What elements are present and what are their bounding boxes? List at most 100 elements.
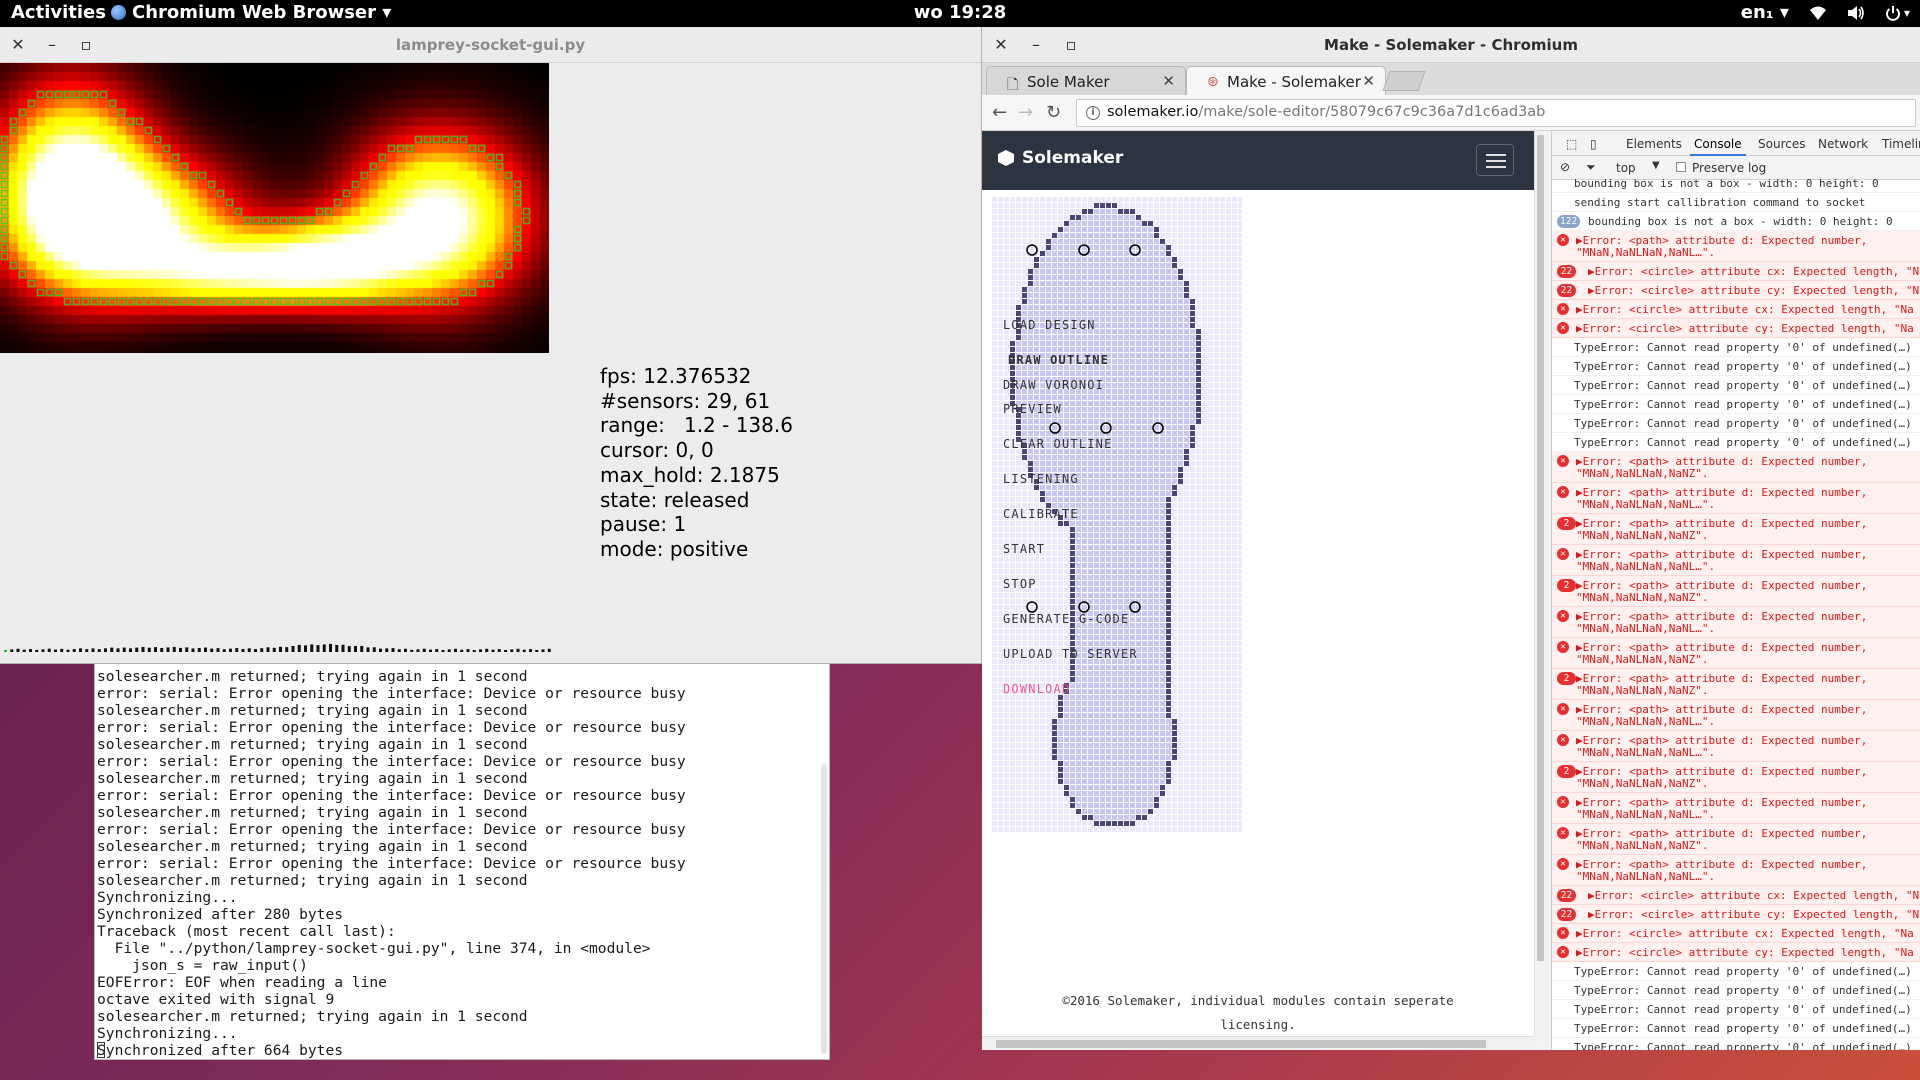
console-message[interactable]: ✕ ▶Error: <circle> attribute cy: Expected…	[1552, 319, 1920, 338]
menu-draw-outline[interactable]: DRAW OUTLINE	[1008, 353, 1109, 367]
console-message[interactable]: ✕ ▶Error: <path> attribute d: Expected nu…	[1552, 638, 1920, 669]
page-horizontal-scrollbar[interactable]	[982, 1036, 1534, 1050]
address-bar[interactable]: i solemaker.io/make/sole-editor/58079c67…	[1076, 99, 1916, 127]
wifi-icon[interactable]	[1809, 5, 1827, 21]
inspect-element-icon[interactable]: ⬚	[1566, 137, 1577, 151]
console-message[interactable]: ✕ ▶Error: <path> attribute d: Expected nu…	[1552, 731, 1920, 762]
menu-clear-outline[interactable]: CLEAR OUTLINE	[1003, 437, 1113, 451]
tab-timeline[interactable]: Timelin	[1882, 137, 1920, 151]
console-message[interactable]: ✕ ▶Error: <circle> attribute cx: Expected…	[1552, 300, 1920, 319]
system-tray[interactable]: en₁ ▾ ▾	[1741, 2, 1910, 23]
sole-grid-cell	[1226, 827, 1231, 832]
clock[interactable]: wo 19:28	[914, 2, 1007, 23]
console-message[interactable]: TypeError: Cannot read property '0' of u…	[1552, 414, 1920, 433]
console-message[interactable]: 22 ▶Error: <circle> attribute cx: Expecte…	[1552, 886, 1920, 905]
console-message[interactable]: ✕ ▶Error: <path> attribute d: Expected nu…	[1552, 545, 1920, 576]
filter-icon[interactable]: ⏷	[1586, 160, 1596, 175]
sole-grid-cell	[1214, 533, 1219, 538]
console-message[interactable]: ✕ ▶Error: <path> attribute d: Expected nu…	[1552, 483, 1920, 514]
console-message[interactable]: TypeError: Cannot read property '0' of u…	[1552, 1000, 1920, 1019]
menu-start[interactable]: START	[1003, 542, 1045, 556]
console-message[interactable]: ✕ ▶Error: <circle> attribute cx: Expected…	[1552, 924, 1920, 943]
menu-calibrate[interactable]: CALIBRATE	[1003, 507, 1079, 521]
close-tab-icon[interactable]: ✕	[1162, 72, 1175, 90]
menu-generate-g-code[interactable]: GENERATE G-CODE	[1003, 612, 1129, 626]
sole-grid-cell	[1232, 257, 1237, 262]
console-message[interactable]: ✕ ▶Error: <path> attribute d: Expected nu…	[1552, 855, 1920, 886]
console-message[interactable]: sending start callibration command to so…	[1552, 193, 1920, 212]
menu-load-design[interactable]: LOAD DESIGN	[1003, 318, 1096, 332]
tab-make-solemaker[interactable]: ⊛ Make - Solemaker ✕	[1186, 66, 1386, 96]
console-message[interactable]: 122 bounding box is not a box - width: 0 …	[1552, 212, 1920, 231]
menu-preview[interactable]: PREVIEW	[1003, 402, 1062, 416]
sole-grid-cell	[1232, 683, 1237, 688]
sole-grid-cell	[1208, 797, 1213, 802]
console-message[interactable]: ✕ ▶Error: <circle> attribute cy: Expected…	[1552, 943, 1920, 962]
console-message[interactable]: 22 ▶Error: <circle> attribute cy: Expecte…	[1552, 281, 1920, 300]
preserve-log-checkbox[interactable]	[1676, 162, 1686, 172]
console-message[interactable]: TypeError: Cannot read property '0' of u…	[1552, 395, 1920, 414]
console-message[interactable]: 2 ▶Error: <path> attribute d: Expected nu…	[1552, 576, 1920, 607]
console-message[interactable]: TypeError: Cannot read property '0' of u…	[1552, 357, 1920, 376]
chromium-titlebar[interactable]: ✕ – ▫ Make - Solemaker - Chromium	[982, 27, 1920, 63]
new-tab-button[interactable]	[1382, 71, 1426, 91]
solemaker-logo[interactable]: Solemaker	[998, 148, 1123, 168]
console-message[interactable]: 2 ▶Error: <path> attribute d: Expected nu…	[1552, 514, 1920, 545]
console-message[interactable]: TypeError: Cannot read property '0' of u…	[1552, 338, 1920, 357]
console-message[interactable]: bounding box is not a box - width: 0 hei…	[1552, 174, 1920, 193]
console-message[interactable]: 22 ▶Error: <circle> attribute cx: Expecte…	[1552, 262, 1920, 281]
info-icon[interactable]: i	[1086, 106, 1100, 120]
page-vertical-scrollbar[interactable]	[1534, 131, 1546, 1036]
console-message[interactable]: 2 ▶Error: <path> attribute d: Expected nu…	[1552, 762, 1920, 793]
console-message[interactable]: TypeError: Cannot read property '0' of u…	[1552, 1038, 1920, 1050]
console-message[interactable]: 2 ▶Error: <path> attribute d: Expected nu…	[1552, 669, 1920, 700]
tab-network[interactable]: Network	[1818, 137, 1868, 151]
tab-console[interactable]: Console	[1690, 137, 1746, 156]
console-message[interactable]: ✕ ▶Error: <path> attribute d: Expected nu…	[1552, 824, 1920, 855]
reload-icon[interactable]: ↻	[1046, 102, 1061, 123]
lamprey-titlebar[interactable]: ✕ – ▫ lamprey-socket-gui.py	[0, 27, 981, 63]
tab-sole-maker[interactable]: 🗋 Sole Maker ✕	[986, 66, 1186, 95]
console-message[interactable]: ✕ ▶Error: <path> attribute d: Expected nu…	[1552, 452, 1920, 483]
console-message[interactable]: ✕ ▶Error: <path> attribute d: Expected nu…	[1552, 607, 1920, 638]
console-message[interactable]: TypeError: Cannot read property '0' of u…	[1552, 1019, 1920, 1038]
clear-console-icon[interactable]: ⊘	[1560, 160, 1570, 174]
console-message[interactable]: TypeError: Cannot read property '0' of u…	[1552, 376, 1920, 395]
console-message[interactable]: TypeError: Cannot read property '0' of u…	[1552, 962, 1920, 981]
console-message[interactable]: 22 ▶Error: <circle> attribute cy: Expecte…	[1552, 905, 1920, 924]
close-tab-icon[interactable]: ✕	[1362, 72, 1375, 90]
volume-icon[interactable]	[1847, 5, 1865, 21]
menu-download[interactable]: DOWNLOAD	[1003, 682, 1070, 696]
forward-icon[interactable]: →	[1018, 102, 1033, 123]
chevron-down-icon[interactable]: ▼	[1652, 160, 1660, 171]
terminal-window[interactable]: solesearcher.m returned; trying again in…	[94, 664, 830, 1060]
console-message[interactable]: ✕ ▶Error: <path> attribute d: Expected nu…	[1552, 700, 1920, 731]
hamburger-menu-icon[interactable]	[1476, 144, 1514, 176]
sole-grid-cell	[1214, 245, 1219, 250]
console-message[interactable]: TypeError: Cannot read property '0' of u…	[1552, 433, 1920, 452]
menu-upload-to-server[interactable]: UPLOAD TO SERVER	[1003, 647, 1138, 661]
sole-grid-cell	[1184, 485, 1189, 490]
context-select[interactable]: top	[1616, 161, 1636, 175]
sole-grid-cell	[1172, 491, 1177, 496]
sole-grid-cell	[998, 713, 1003, 718]
activities-button[interactable]: Activities	[11, 2, 106, 23]
console-message[interactable]: ✕ ▶Error: <path> attribute d: Expected nu…	[1552, 793, 1920, 824]
menu-stop[interactable]: STOP	[1003, 577, 1037, 591]
sole-grid-cell	[1142, 809, 1147, 814]
sole-grid-cell	[1082, 563, 1087, 568]
power-menu[interactable]: ▾	[1885, 5, 1910, 21]
terminal-scrollbar[interactable]	[821, 764, 827, 1054]
keyboard-language[interactable]: en₁ ▾	[1741, 2, 1789, 23]
tab-sources[interactable]: Sources	[1758, 137, 1805, 151]
device-mode-icon[interactable]: ▯	[1590, 137, 1597, 151]
menu-listening[interactable]: LISTENING	[1003, 472, 1079, 486]
console-message[interactable]: TypeError: Cannot read property '0' of u…	[1552, 981, 1920, 1000]
back-icon[interactable]: ←	[992, 102, 1007, 123]
pressure-heatmap[interactable]	[0, 63, 549, 353]
sole-grid-cell	[1154, 659, 1159, 664]
console-message[interactable]: ✕ ▶Error: <path> attribute d: Expected nu…	[1552, 231, 1920, 262]
app-menu[interactable]: Chromium Web Browser ▾	[111, 2, 391, 23]
tab-elements[interactable]: Elements	[1626, 137, 1682, 151]
menu-draw-voronoi[interactable]: DRAW VORONOI	[1003, 378, 1104, 392]
